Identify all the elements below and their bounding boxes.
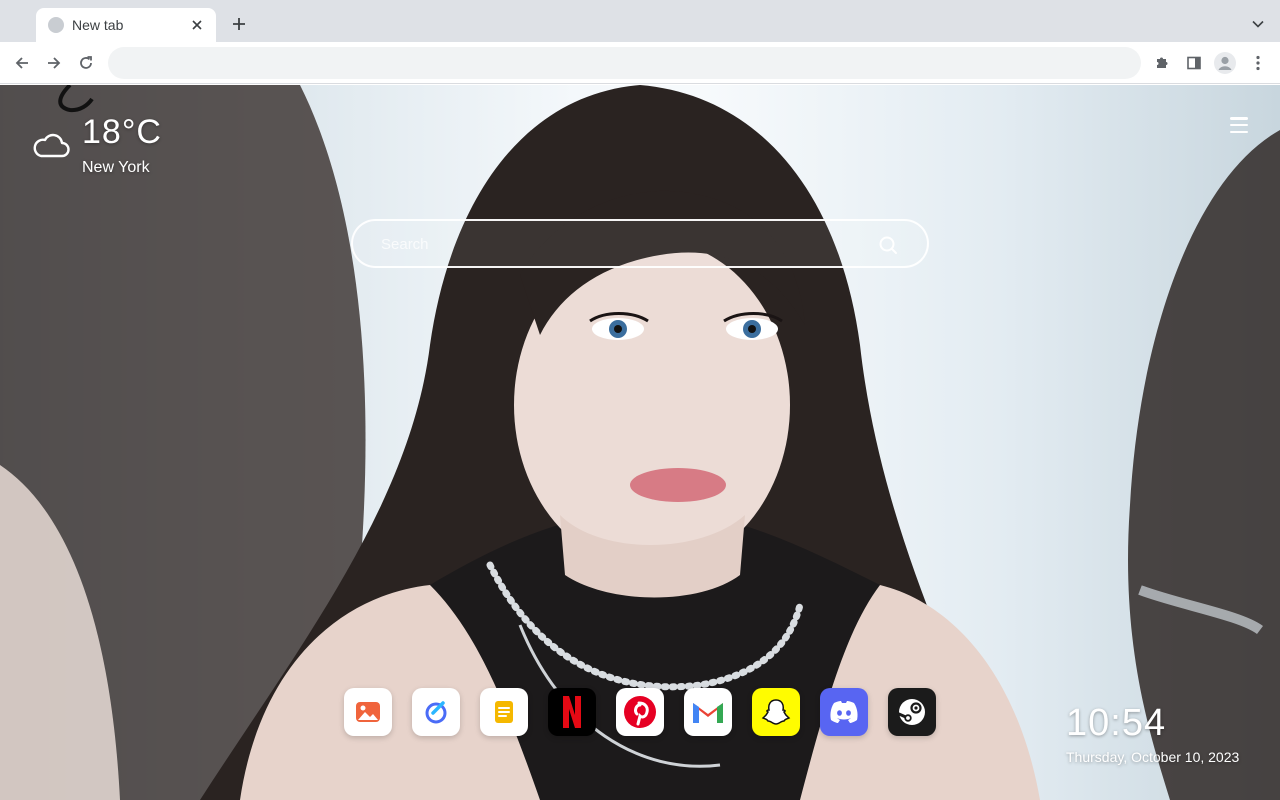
side-panel-icon xyxy=(1187,56,1201,70)
netflix-app-button[interactable] xyxy=(548,688,596,736)
tab-search-button[interactable] xyxy=(1248,14,1268,34)
weather-city: New York xyxy=(82,159,150,176)
tasks-app-button[interactable] xyxy=(412,688,460,736)
weather-temperature: 18°C xyxy=(82,113,162,151)
browser-menu-button[interactable] xyxy=(1246,51,1270,75)
back-button[interactable] xyxy=(10,51,34,75)
pinterest-icon xyxy=(624,696,656,728)
profile-button[interactable] xyxy=(1213,51,1237,75)
address-bar[interactable] xyxy=(108,47,1141,79)
discord-app-button[interactable] xyxy=(820,688,868,736)
netflix-icon xyxy=(563,696,581,728)
app-dock xyxy=(344,688,936,736)
reload-icon xyxy=(80,56,92,69)
clock-date: Thursday, October 10, 2023 xyxy=(1066,749,1240,765)
pinterest-app-button[interactable] xyxy=(616,688,664,736)
tab-new-tab[interactable]: New tab xyxy=(36,8,216,42)
search-bar[interactable] xyxy=(351,219,929,268)
avatar-icon xyxy=(1214,52,1236,74)
steam-app-button[interactable] xyxy=(888,688,936,736)
snapchat-icon xyxy=(761,699,791,725)
arrow-left-icon xyxy=(15,57,28,69)
steam-icon xyxy=(897,699,925,725)
close-tab-icon[interactable] xyxy=(188,16,206,34)
plus-icon xyxy=(233,18,245,30)
new-tab-page: 18°C New York Search 10:54 Thursday, Oct… xyxy=(0,85,1280,800)
menu-icon[interactable] xyxy=(1228,115,1250,135)
extensions-button[interactable] xyxy=(1150,51,1174,75)
photos-app-button[interactable] xyxy=(344,688,392,736)
notes-app-button[interactable] xyxy=(480,688,528,736)
browser-toolbar xyxy=(0,42,1280,84)
search-icon[interactable] xyxy=(878,235,898,255)
tasks-icon xyxy=(425,701,447,724)
chevron-down-icon xyxy=(1252,20,1264,28)
kebab-menu-icon xyxy=(1256,55,1260,71)
gmail-app-button[interactable] xyxy=(684,688,732,736)
reload-button[interactable] xyxy=(74,51,98,75)
tab-title: New tab xyxy=(72,17,124,33)
arrow-right-icon xyxy=(48,57,61,69)
snapchat-app-button[interactable] xyxy=(752,688,800,736)
tab-strip: New tab xyxy=(0,0,1280,42)
clock-time: 10:54 xyxy=(1066,702,1167,744)
photos-icon xyxy=(356,702,380,722)
tab-favicon-icon xyxy=(48,17,64,33)
side-panel-button[interactable] xyxy=(1182,51,1206,75)
search-input[interactable] xyxy=(381,233,861,255)
gmail-icon xyxy=(693,703,723,723)
notes-icon xyxy=(495,701,513,723)
new-tab-button[interactable] xyxy=(228,13,250,35)
cloud-icon xyxy=(33,133,70,158)
forward-button[interactable] xyxy=(42,51,66,75)
weather-widget[interactable]: 18°C New York xyxy=(32,85,192,195)
clock-widget: 10:54 Thursday, October 10, 2023 xyxy=(1066,702,1266,765)
discord-icon xyxy=(830,701,858,723)
puzzle-icon xyxy=(1157,57,1168,68)
